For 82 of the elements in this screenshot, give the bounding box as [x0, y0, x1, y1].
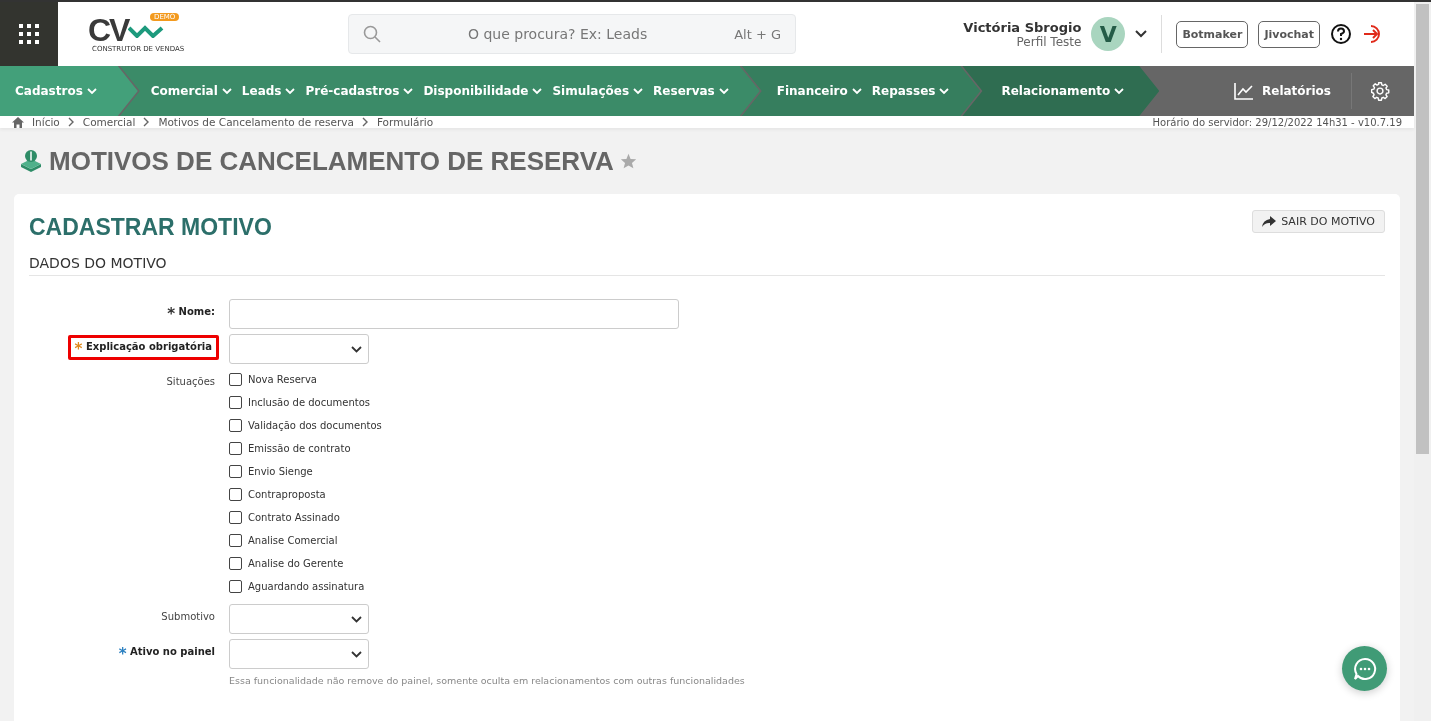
chevron-down-icon	[351, 345, 362, 353]
chevron-down-icon	[351, 615, 362, 623]
user-profile: Perfil Teste	[1016, 34, 1082, 49]
checkbox[interactable]	[229, 580, 242, 593]
chat-icon	[1351, 655, 1378, 682]
nav-menu-item[interactable]: Financeiro	[771, 66, 867, 116]
section-heading: DADOS DO MOTIVO	[29, 255, 1385, 276]
chevron-down-icon	[351, 650, 362, 658]
help-text: Essa funcionalidade não remove do painel, somente oculta em relacionamentos com outras funcionalidades	[229, 675, 746, 686]
checkbox-label: Inclusão de documentos	[248, 397, 370, 408]
chevron-down-icon	[532, 87, 543, 95]
help-icon[interactable]	[1330, 23, 1352, 45]
checkbox-label: Nova Reserva	[248, 374, 317, 385]
chat-button[interactable]: Botmaker	[1176, 20, 1249, 48]
select-field[interactable]	[229, 604, 369, 634]
logo-mark: CV	[88, 15, 129, 45]
select-field[interactable]	[229, 334, 369, 364]
nav-menu-item[interactable]: Comercial	[145, 66, 237, 116]
settings-icon[interactable]	[1370, 81, 1390, 101]
chevron-down-icon	[285, 87, 296, 95]
search-icon	[363, 25, 381, 43]
share-arrow-icon	[1262, 215, 1277, 228]
nav-menu-item[interactable]: Disponibilidade	[418, 66, 548, 116]
nav-menu-item[interactable]: Simulações	[547, 66, 649, 116]
checkbox[interactable]	[229, 511, 242, 524]
chevron-down-icon	[939, 87, 950, 95]
chevron-down-icon[interactable]	[1135, 30, 1148, 38]
checkbox-label: Analise Comercial	[248, 535, 338, 546]
user-name: Victória Sbrogio	[963, 19, 1082, 35]
grid-icon	[18, 23, 40, 45]
chevron-down-icon	[221, 87, 232, 95]
checkbox-label: Emissão de contrato	[248, 443, 351, 454]
checkbox[interactable]	[229, 373, 242, 386]
nav-menu-item[interactable]: Repasses	[866, 66, 955, 116]
chevron-down-icon	[851, 87, 862, 95]
checkbox[interactable]	[229, 534, 242, 547]
user-avatar[interactable]: V	[1091, 17, 1126, 51]
breadcrumb-link[interactable]: Início	[32, 116, 60, 128]
checkbox[interactable]	[229, 442, 242, 455]
checkbox-label: Envio Sienge	[248, 466, 313, 477]
chat-button[interactable]: Jivochat	[1258, 20, 1320, 48]
chevron-down-icon	[718, 87, 729, 95]
nav-menu-item[interactable]: Leads	[236, 66, 301, 116]
field-label: Submotivo	[160, 611, 216, 622]
form-title: CADASTRAR MOTIVO	[29, 214, 272, 241]
chevron-down-icon	[1114, 87, 1125, 95]
select-field[interactable]	[229, 639, 369, 669]
checkbox[interactable]	[229, 419, 242, 432]
checkbox-label: Contraproposta	[248, 489, 326, 500]
chevron-right-icon	[143, 117, 151, 127]
checkbox-label: Contrato Assinado	[248, 512, 340, 523]
chevron-right-icon	[67, 117, 75, 127]
checkbox[interactable]	[229, 557, 242, 570]
chevron-down-icon	[633, 87, 644, 95]
reports-link[interactable]: Relatórios	[1229, 66, 1351, 116]
checkbox[interactable]	[229, 488, 242, 501]
page-title: MOTIVOS DE CANCELAMENTO DE RESERVA	[49, 145, 614, 177]
home-icon	[12, 116, 24, 128]
breadcrumb-current: Formulário	[376, 116, 434, 128]
checkbox-label: Validação dos documentos	[248, 420, 382, 431]
nav-menu-item[interactable]: Pré-cadastros	[300, 66, 419, 116]
money-stack-icon	[19, 149, 43, 173]
field-label: Situações	[165, 376, 216, 387]
shortcut-hint: Alt + G	[734, 26, 781, 42]
chevron-down-icon	[86, 87, 97, 95]
breadcrumb-link[interactable]: Motivos de Cancelamento de reserva	[158, 116, 354, 128]
checkbox-label: Analise do Gerente	[248, 558, 344, 569]
nav-menu-item[interactable]: Reservas	[648, 66, 734, 116]
checkbox[interactable]	[229, 396, 242, 409]
checkbox-label: Aguardando assinatura	[248, 581, 365, 592]
line-chart-icon	[1234, 82, 1254, 100]
checkbox[interactable]	[229, 465, 242, 478]
exit-button[interactable]: SAIR DO MOTIVO	[1252, 210, 1385, 233]
breadcrumb-link[interactable]: Comercial	[82, 116, 136, 128]
server-time: Horário do servidor: 29/12/2022 14h31 - v10.7.19	[1152, 116, 1402, 128]
chevron-down-icon	[403, 87, 414, 95]
apps-menu-button[interactable]	[0, 2, 58, 66]
chevron-right-icon	[361, 117, 369, 127]
search-field[interactable]: O que procura? Ex: Leads Alt + G	[348, 14, 796, 54]
star-icon[interactable]	[619, 153, 637, 169]
name-input[interactable]	[229, 299, 679, 329]
search-input[interactable]: O que procura? Ex: Leads	[381, 25, 735, 43]
